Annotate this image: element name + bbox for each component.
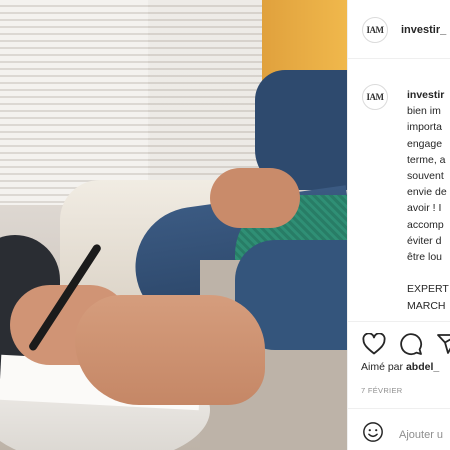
likes-prefix: Aimé par: [361, 361, 404, 373]
caption-line: éviter d: [407, 234, 442, 247]
caption-avatar[interactable]: IAM: [362, 84, 388, 110]
caption-line: accomp: [407, 218, 444, 231]
share-icon[interactable]: [436, 332, 450, 356]
post-actions: [362, 332, 450, 356]
caption-line: MARCH: [407, 299, 446, 312]
window-blinds: [0, 0, 150, 205]
caption-line: EXPERT: [407, 283, 449, 296]
avatar[interactable]: IAM: [362, 17, 388, 43]
comment-box: [362, 421, 450, 448]
caption-line: être lou: [407, 251, 443, 264]
iam-logo: IAM: [366, 24, 385, 35]
hand: [210, 168, 300, 228]
divider: [348, 321, 450, 322]
post-photo[interactable]: [0, 0, 347, 450]
caption-line: engage: [407, 137, 443, 150]
post-header: IAM investir_: [362, 17, 450, 43]
username-link[interactable]: investir_: [401, 24, 446, 36]
caption-line: importa: [407, 121, 443, 134]
iam-logo: IAM: [366, 91, 385, 102]
liked-by-user[interactable]: abdel_: [406, 361, 439, 373]
comment-input[interactable]: [399, 428, 450, 441]
caption-username[interactable]: investir: [407, 89, 444, 101]
caption-line: souvent: [407, 170, 444, 183]
post-date[interactable]: 7 FÉVRIER: [361, 386, 402, 395]
post-caption: investir bien im importa engage terme, a…: [407, 87, 450, 314]
divider: [348, 58, 450, 59]
heart-icon[interactable]: [362, 333, 386, 355]
emoji-icon[interactable]: [362, 421, 384, 448]
caption-line: envie de: [407, 186, 447, 199]
caption-line: bien im: [407, 105, 441, 118]
post-side-panel: IAM investir_ IAM investir bien im impor…: [347, 0, 450, 450]
likes-text: Aimé par abdel_: [361, 361, 439, 373]
hand-on-paper: [75, 295, 265, 405]
caption-line: terme, a: [407, 153, 446, 166]
divider: [348, 408, 450, 409]
caption-line: avoir ! I: [407, 202, 442, 215]
comment-icon[interactable]: [399, 332, 423, 356]
